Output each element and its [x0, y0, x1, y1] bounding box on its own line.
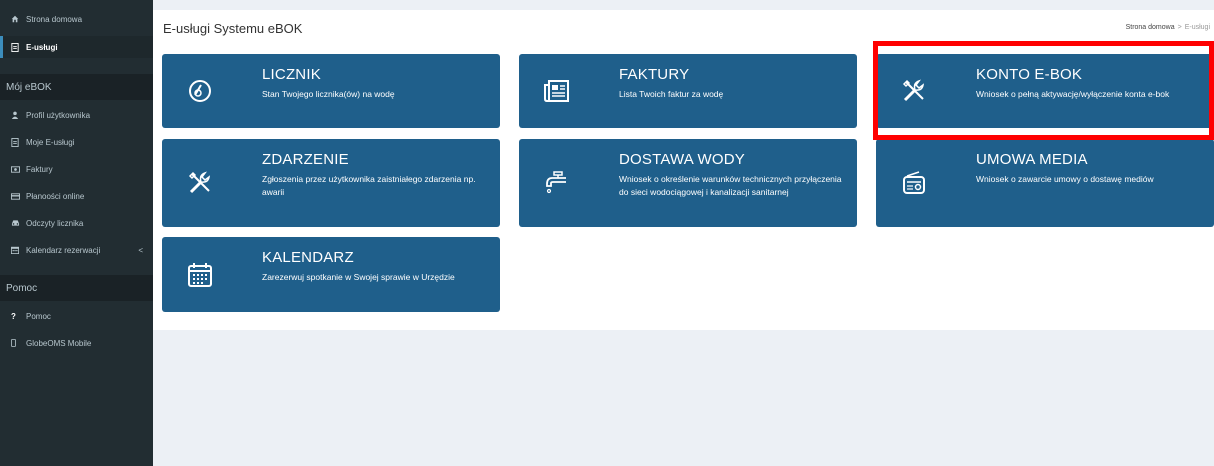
tile-faktury[interactable]: FAKTURY Lista Twoich faktur za wodę: [519, 54, 857, 128]
sidebar-item-label: Moje E-usługi: [26, 137, 75, 147]
sidebar-item-platnosci[interactable]: Płanoości online: [0, 185, 153, 207]
sidebar-item-label: Odczyty licznika: [26, 218, 84, 228]
sidebar-item-odczyty[interactable]: Odczyty licznika: [0, 212, 153, 234]
tile-umowa-media[interactable]: UMOWA MEDIA Wniosek o zawarcie umowy o d…: [876, 139, 1214, 227]
sidebar-item-pomoc[interactable]: ? Pomoc: [0, 305, 153, 327]
document-icon: [11, 42, 23, 52]
money-icon: [11, 165, 23, 173]
tile-zdarzenie[interactable]: ZDARZENIE Zgłoszenia przez użytkownika z…: [162, 139, 500, 227]
tile-description: Stan Twojego licznika(ów) na wodę: [262, 89, 395, 99]
tile-description: Zarezerwuj spotkanie w Swojej sprawie w …: [262, 272, 455, 282]
tile-title: UMOWA MEDIA: [976, 151, 1088, 168]
breadcrumb-home-link[interactable]: Strona domowa: [1126, 24, 1175, 31]
page-title: E-usługi Systemu eBOK: [163, 21, 303, 36]
faucet-icon: [543, 169, 571, 197]
sidebar-item-label: Strona domowa: [26, 14, 83, 24]
tile-title: FAKTURY: [619, 66, 690, 83]
calendar-icon: [186, 261, 214, 289]
newspaper-icon: [543, 77, 571, 105]
sidebar-item-label: GlobeOMS Mobile: [26, 338, 92, 348]
breadcrumb-current: E-usługi: [1184, 24, 1210, 31]
tile-dostawa-wody[interactable]: DOSTAWA WODY Wniosek o określenie warunk…: [519, 139, 857, 227]
sidebar-item-label: Płanoości online: [26, 191, 85, 201]
sidebar-item-label: Kalendarz rezerwacji: [26, 245, 101, 255]
tile-title: DOSTAWA WODY: [619, 151, 746, 168]
tile-description: Wniosek o pełną aktywację/wyłączenie kon…: [976, 89, 1170, 99]
tile-title: KALENDARZ: [262, 249, 354, 266]
calendar-icon: [11, 246, 23, 254]
car-icon: [11, 219, 23, 227]
user-icon: [11, 111, 23, 119]
sidebar-item-globeoms-mobile[interactable]: GlobeOMS Mobile: [0, 332, 153, 354]
tile-kalendarz[interactable]: KALENDARZ Zarezerwuj spotkanie w Swojej …: [162, 237, 500, 312]
breadcrumb-separator: >: [1177, 24, 1182, 31]
sidebar-item-label: Faktury: [26, 164, 53, 174]
question-icon: ?: [11, 311, 16, 321]
tile-title: KONTO E-BOK: [976, 66, 1083, 83]
sidebar-item-home[interactable]: Strona domowa: [0, 8, 153, 30]
radio-icon: [900, 169, 928, 197]
credit-card-icon: [11, 192, 23, 200]
sidebar-header-moj-ebok: Mój eBOK: [0, 74, 153, 100]
sidebar: Strona domowa E-usługi Mój eBOK Profil u…: [0, 0, 153, 466]
tile-description: Zgłoszenia przez użytkownika zaistniałeg…: [262, 174, 476, 197]
sidebar-item-faktury[interactable]: Faktury: [0, 158, 153, 180]
tile-title: LICZNIK: [262, 66, 321, 83]
tile-description: Wniosek o zawarcie umowy o dostawę medió…: [976, 174, 1154, 184]
tile-title: ZDARZENIE: [262, 151, 349, 168]
breadcrumb: Strona domowa > E-usługi: [1126, 24, 1210, 31]
sidebar-item-kalendarz[interactable]: Kalendarz rezerwacji <: [0, 239, 153, 261]
sidebar-header-pomoc: Pomoc: [0, 275, 153, 301]
sidebar-item-moje-e-uslugi[interactable]: Moje E-usługi: [0, 131, 153, 153]
tile-konto-e-bok[interactable]: KONTO E-BOK Wniosek o pełną aktywację/wy…: [876, 54, 1214, 128]
sidebar-item-label: Profil użytkownika: [26, 110, 91, 120]
sidebar-item-label: Pomoc: [26, 311, 51, 321]
tile-licznik[interactable]: LICZNIK Stan Twojego licznika(ów) na wod…: [162, 54, 500, 128]
tile-description: Wniosek o określenie warunków techniczny…: [619, 174, 842, 197]
tools-icon: [186, 169, 214, 197]
expand-caret-icon: <: [138, 245, 143, 255]
document-icon: [11, 137, 23, 147]
content-header: E-usługi Systemu eBOK Strona domowa > E-us…: [153, 10, 1214, 44]
sidebar-item-label: E-usługi: [26, 42, 58, 52]
sidebar-item-profil[interactable]: Profil użytkownika: [0, 104, 153, 126]
gauge-icon: [186, 77, 214, 105]
tile-description: Lista Twoich faktur za wodę: [619, 89, 724, 99]
sidebar-item-e-uslugi[interactable]: E-usługi: [0, 36, 153, 58]
mobile-icon: [11, 339, 23, 347]
tools-icon: [900, 77, 928, 105]
home-icon: [11, 15, 23, 23]
